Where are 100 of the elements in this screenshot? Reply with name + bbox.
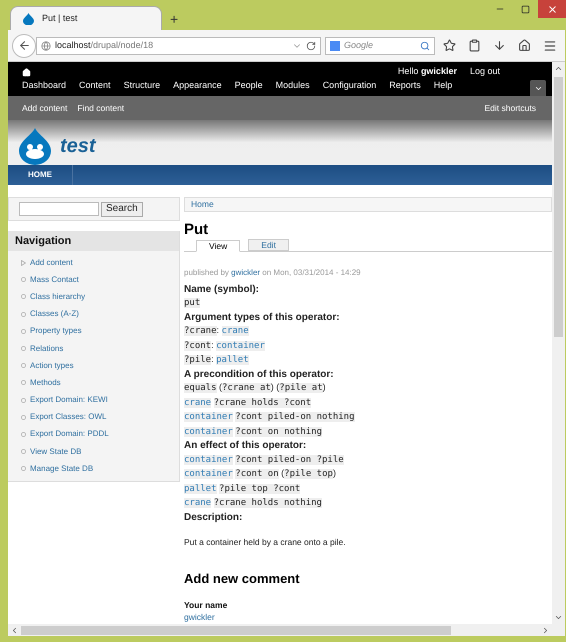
code-line: crane ?crane holds ?cont [184,396,312,410]
circle-bullet-icon [21,277,26,282]
admin-menu-item[interactable]: Help [434,79,452,93]
search-bar[interactable]: Google [325,36,435,54]
block-title: Navigation [8,231,179,251]
content-tab[interactable]: View [196,240,240,252]
field-label: Name (symbol): [184,282,260,296]
circle-bullet-icon [21,414,26,420]
type-link[interactable]: crane [184,498,212,508]
admin-menu-item[interactable]: People [234,79,263,93]
tab-title: Put | test [42,12,78,25]
nav-link[interactable]: View State DB [30,446,82,458]
nav-link[interactable]: Export Domain: KEWI [30,394,108,406]
reload-icon[interactable] [306,40,316,50]
field-label: An effect of this operator: [184,439,308,453]
search-icon[interactable] [420,40,430,50]
address-bar[interactable]: localhost/drupal/node/18 [36,36,321,54]
author-link[interactable]: gwickler [231,268,260,277]
circle-bullet-icon [21,432,26,437]
nav-link[interactable]: Action types [30,360,74,372]
shortcut-link[interactable]: Find content [77,102,124,114]
type-link[interactable]: container [184,454,233,465]
nav-link[interactable]: Export Classes: OWL [30,411,106,424]
circle-bullet-icon [21,294,26,300]
circle-bullet-icon [21,449,26,454]
circle-bullet-icon [21,312,26,317]
shortcut-link[interactable]: Add content [22,102,68,114]
close-icon [546,4,558,14]
submitted-text: published by gwickler on Mon, 03/31/2014 - 14:29 [184,266,362,279]
logout-link[interactable]: Log out [470,65,500,79]
search-engine-icon[interactable] [330,40,340,50]
scroll-right-icon[interactable] [541,626,550,634]
type-link[interactable]: pallet [216,355,249,366]
vertical-scrollbar[interactable] [552,62,565,624]
field-label: Description: [184,510,244,524]
site-name[interactable]: test [60,130,96,160]
admin-menu-item[interactable]: Structure [124,79,160,93]
page-title: Put [184,220,210,239]
circle-bullet-icon [21,346,26,352]
star-icon[interactable] [443,39,456,52]
admin-menu-item[interactable]: Reports [389,79,421,93]
clipboard-icon[interactable] [468,39,481,52]
search-input[interactable] [19,202,99,216]
code-line: equals (?crane at) (?pile at) [184,381,327,396]
nav-link[interactable]: Relations [30,342,64,355]
admin-menu-item[interactable]: Dashboard [22,79,66,93]
type-link[interactable]: crane [222,326,249,336]
toggle-button[interactable] [530,80,546,96]
type-link[interactable]: pallet [184,484,217,494]
browser-tab[interactable]: Put | test [10,6,162,30]
nav-link[interactable]: Classes (A-Z) [30,308,79,320]
nav-link[interactable]: Export Domain: PDDL [30,428,109,440]
description-text: Put a container held by a crane onto a pile. [184,536,347,549]
code-line: container ?cont piled-on ?pile [184,454,345,467]
type-link[interactable]: container [184,426,233,437]
admin-menu-item[interactable]: Appearance [173,79,222,93]
scroll-left-icon[interactable] [10,626,19,634]
nav-link[interactable]: Property types [30,325,82,338]
breadcrumb-link[interactable]: Home [191,198,214,211]
search-button[interactable]: Search [101,202,143,216]
type-link[interactable]: container [184,469,233,480]
collapsed-arrow-icon [21,260,26,266]
circle-bullet-icon [21,363,26,368]
scroll-up-icon[interactable] [554,64,563,73]
scroll-down-icon[interactable] [554,613,563,622]
maximize-icon[interactable] [521,4,530,14]
drop-logo-icon [18,126,52,164]
name-link[interactable]: gwickler [184,611,552,624]
circle-bullet-icon [21,380,26,386]
globe-icon [41,40,51,50]
code-line: crane ?crane holds nothing [184,497,323,510]
type-link[interactable]: crane [184,398,212,408]
field-label: Argument types of this operator: [184,310,341,324]
menu-icon[interactable] [543,38,557,52]
download-icon[interactable] [493,39,506,52]
code-line: container ?cont on (?pile top) [184,467,337,482]
type-link[interactable]: container [184,412,233,422]
code-line: ?crane: crane [184,324,250,338]
nav-link[interactable]: Class hierarchy [30,290,86,303]
comment-heading: Add new comment [184,570,301,588]
code-line: container ?cont on nothing [184,426,323,439]
admin-menu-item[interactable]: Configuration [322,79,376,93]
url-text: localhost/drupal/node/18 [55,38,154,52]
horizontal-scrollbar[interactable] [8,624,565,636]
home-icon[interactable] [518,39,531,52]
admin-menu-item[interactable]: Content [79,79,111,93]
nav-link[interactable]: Add content [30,256,73,269]
drop-icon [23,12,34,24]
close-button[interactable] [538,0,566,18]
circle-bullet-icon [21,328,26,334]
back-button[interactable] [12,34,36,58]
nav-link[interactable]: Manage State DB [30,462,94,475]
new-tab-button[interactable]: + [170,12,178,26]
nav-link[interactable]: Methods [30,376,61,389]
edit-shortcuts-link[interactable]: Edit shortcuts [484,102,536,114]
content-tab[interactable]: Edit [248,238,289,251]
type-link[interactable]: container [216,340,265,351]
nav-link[interactable]: Mass Contact [30,274,79,286]
admin-menu-item[interactable]: Modules [276,79,310,93]
code-line: ?cont: container [184,338,266,353]
